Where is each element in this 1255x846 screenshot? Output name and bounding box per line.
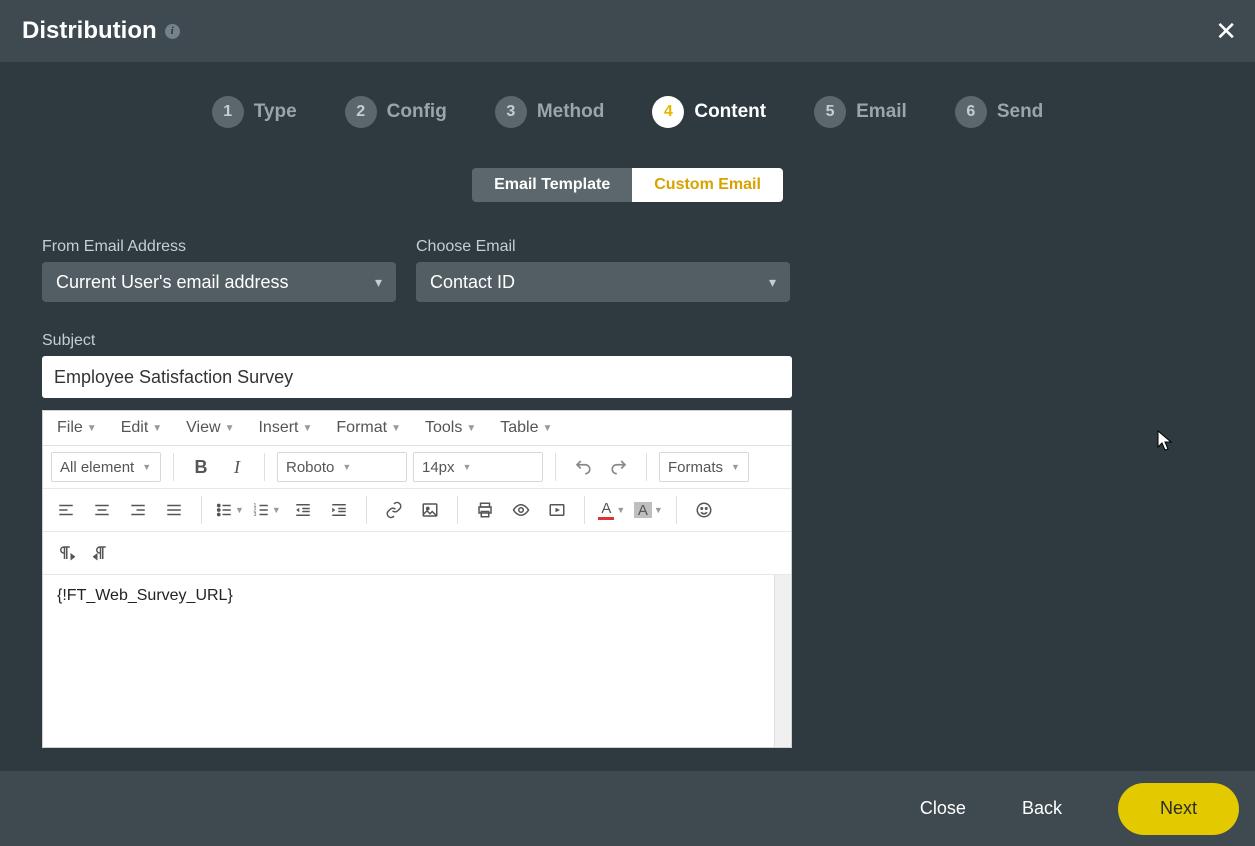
scrollbar[interactable] (774, 575, 791, 747)
subject-label: Subject (42, 332, 1213, 350)
choose-email-select[interactable]: Contact ID ▾ (416, 262, 790, 302)
chevron-down-icon: ▾ (769, 274, 776, 291)
from-email-value: Current User's email address (56, 272, 289, 293)
choose-email-label: Choose Email (416, 238, 790, 256)
align-center-icon[interactable] (87, 495, 117, 525)
emoji-icon[interactable] (689, 495, 719, 525)
chevron-down-icon: ▾ (375, 274, 382, 291)
step-label: Email (856, 101, 907, 123)
editor-toolbar-row-1: All element▼ B I Roboto▼ 14px▼ Formats▼ (43, 446, 791, 489)
modal-footer: Close Back Next (0, 771, 1255, 846)
bold-icon[interactable]: B (186, 452, 216, 482)
editor-toolbar-row-2: ▼ 123▼ A▼ A▼ (43, 489, 791, 532)
wizard-steps: 1 Type 2 Config 3 Method 4 Content 5 Ema… (0, 62, 1255, 168)
font-family-select[interactable]: Roboto▼ (277, 452, 407, 482)
step-content[interactable]: 4 Content (652, 96, 766, 128)
bullet-list-icon[interactable]: ▼ (214, 495, 245, 525)
menu-format[interactable]: Format▼ (336, 419, 401, 437)
modal-body: 1 Type 2 Config 3 Method 4 Content 5 Ema… (0, 62, 1255, 748)
step-number: 5 (814, 96, 846, 128)
page-title: Distribution i (22, 17, 180, 45)
element-select[interactable]: All element▼ (51, 452, 161, 482)
step-config[interactable]: 2 Config (345, 96, 447, 128)
rich-text-editor: File▼ Edit▼ View▼ Insert▼ Format▼ Tools▼… (42, 410, 792, 748)
tab-email-template[interactable]: Email Template (472, 168, 632, 202)
close-icon[interactable]: ✕ (1215, 16, 1237, 47)
undo-icon[interactable] (568, 452, 598, 482)
step-label: Config (387, 101, 447, 123)
step-number: 3 (495, 96, 527, 128)
menu-table[interactable]: Table▼ (500, 419, 552, 437)
editor-toolbar-row-3 (43, 532, 791, 575)
template-mode-toggle: Email Template Custom Email (0, 168, 1255, 202)
from-email-select[interactable]: Current User's email address ▾ (42, 262, 396, 302)
ltr-icon[interactable] (51, 538, 81, 568)
menu-tools[interactable]: Tools▼ (425, 419, 476, 437)
menu-insert[interactable]: Insert▼ (258, 419, 312, 437)
page-title-text: Distribution (22, 17, 157, 45)
step-method[interactable]: 3 Method (495, 96, 605, 128)
modal-header: Distribution i ✕ (0, 0, 1255, 62)
step-label: Content (694, 101, 766, 123)
preview-icon[interactable] (506, 495, 536, 525)
link-icon[interactable] (379, 495, 409, 525)
step-send[interactable]: 6 Send (955, 96, 1043, 128)
step-label: Method (537, 101, 605, 123)
print-icon[interactable] (470, 495, 500, 525)
indent-icon[interactable] (324, 495, 354, 525)
rtl-icon[interactable] (87, 538, 117, 568)
next-button[interactable]: Next (1118, 783, 1239, 835)
align-left-icon[interactable] (51, 495, 81, 525)
step-number: 2 (345, 96, 377, 128)
svg-text:3: 3 (253, 512, 256, 518)
numbered-list-icon[interactable]: 123▼ (251, 495, 282, 525)
back-button[interactable]: Back (1022, 798, 1062, 819)
outdent-icon[interactable] (288, 495, 318, 525)
step-number: 6 (955, 96, 987, 128)
italic-icon[interactable]: I (222, 452, 252, 482)
step-type[interactable]: 1 Type (212, 96, 297, 128)
text-color-icon[interactable]: A▼ (597, 495, 627, 525)
step-label: Send (997, 101, 1043, 123)
editor-menubar: File▼ Edit▼ View▼ Insert▼ Format▼ Tools▼… (43, 411, 791, 446)
editor-content-area[interactable]: {!FT_Web_Survey_URL} (43, 575, 791, 747)
close-button[interactable]: Close (920, 798, 966, 819)
menu-edit[interactable]: Edit▼ (121, 419, 162, 437)
redo-icon[interactable] (604, 452, 634, 482)
menu-file[interactable]: File▼ (57, 419, 97, 437)
image-icon[interactable] (415, 495, 445, 525)
step-number: 4 (652, 96, 684, 128)
editor-body-text: {!FT_Web_Survey_URL} (57, 587, 233, 604)
menu-view[interactable]: View▼ (186, 419, 234, 437)
info-icon[interactable]: i (165, 24, 180, 39)
from-email-label: From Email Address (42, 238, 396, 256)
choose-email-value: Contact ID (430, 272, 515, 293)
media-icon[interactable] (542, 495, 572, 525)
align-right-icon[interactable] (123, 495, 153, 525)
align-justify-icon[interactable] (159, 495, 189, 525)
font-size-select[interactable]: 14px▼ (413, 452, 543, 482)
formats-select[interactable]: Formats▼ (659, 452, 749, 482)
subject-input[interactable] (42, 356, 792, 398)
background-color-icon[interactable]: A▼ (633, 495, 664, 525)
step-email[interactable]: 5 Email (814, 96, 907, 128)
tab-custom-email[interactable]: Custom Email (632, 168, 783, 202)
step-label: Type (254, 101, 297, 123)
step-number: 1 (212, 96, 244, 128)
